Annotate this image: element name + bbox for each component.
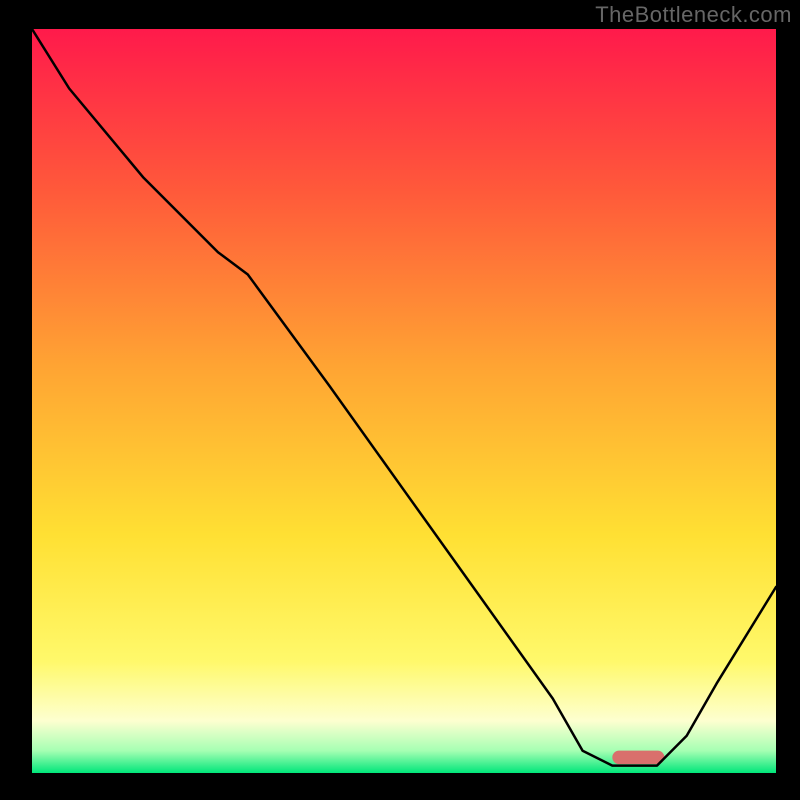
chart-stage: TheBottleneck.com [0, 0, 800, 800]
plot-svg [32, 29, 776, 773]
plot-area [32, 29, 776, 773]
gradient-background [32, 29, 776, 773]
target-zone [612, 751, 664, 764]
watermark-text: TheBottleneck.com [595, 2, 792, 28]
